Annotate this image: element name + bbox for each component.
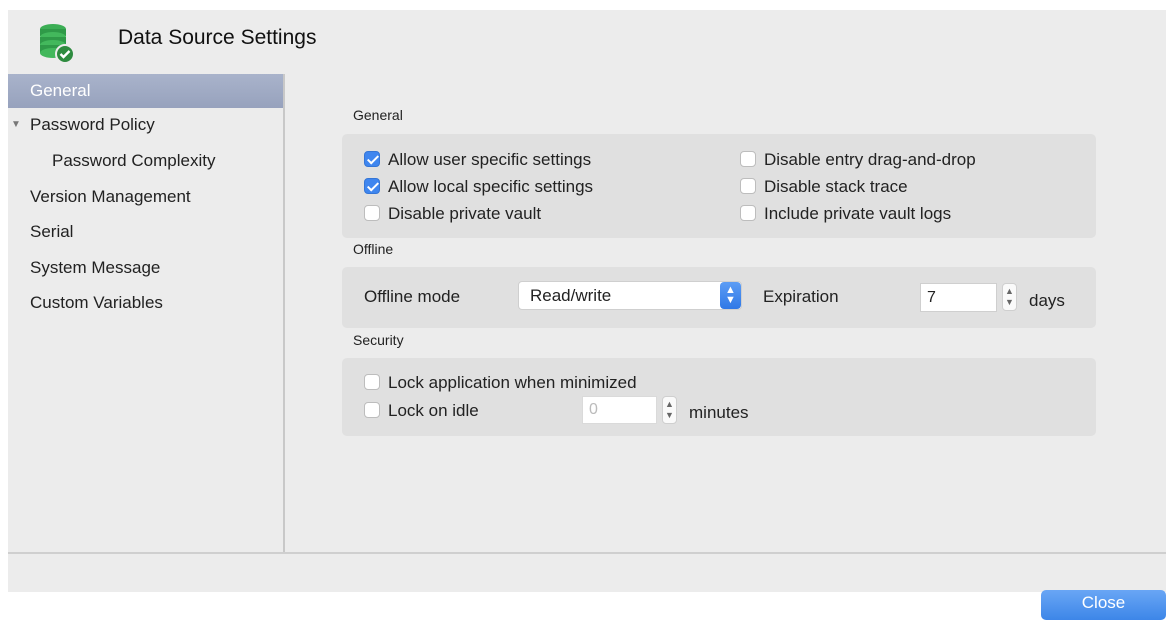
- sidebar-item-serial[interactable]: Serial: [8, 215, 283, 249]
- window-header: Data Source Settings: [8, 10, 1166, 74]
- checkbox-box[interactable]: [740, 205, 756, 221]
- offline-section-label: Offline: [353, 241, 394, 257]
- checkbox-label: Allow local specific settings: [388, 177, 594, 196]
- checkbox-box[interactable]: [740, 151, 756, 167]
- checkbox-box[interactable]: [364, 205, 380, 221]
- close-button[interactable]: Close: [1041, 590, 1166, 620]
- security-group: Lock application when minimized Lock on …: [342, 358, 1096, 436]
- sidebar: General ▼ Password Policy Password Compl…: [8, 74, 285, 552]
- general-section-label: General: [353, 107, 403, 123]
- checkbox-label: Allow user specific settings: [388, 150, 592, 169]
- settings-content: General Allow user specific settings All…: [285, 74, 1166, 552]
- sidebar-item-label: Serial: [30, 222, 74, 241]
- sidebar-item-label: System Message: [30, 258, 161, 277]
- settings-window: Data Source Settings General ▼ Password …: [8, 10, 1166, 620]
- sidebar-item-label: Password Policy: [30, 115, 155, 134]
- idle-minutes-unit: minutes: [689, 403, 749, 422]
- idle-minutes-input[interactable]: 0: [582, 396, 657, 424]
- sidebar-item-label: Password Complexity: [52, 151, 216, 170]
- sidebar-item-system-message[interactable]: System Message: [8, 251, 283, 285]
- expiration-input[interactable]: 7: [920, 283, 997, 312]
- database-check-icon: [40, 24, 75, 64]
- sidebar-item-label: General: [30, 81, 91, 100]
- checkbox-label: Include private vault logs: [764, 204, 952, 223]
- sidebar-item-label: Version Management: [30, 187, 191, 206]
- checkbox-box[interactable]: [740, 178, 756, 194]
- checkbox-label: Disable private vault: [388, 204, 542, 223]
- offline-mode-select[interactable]: Read/write ▲ ▼: [518, 281, 742, 310]
- offline-mode-value: Read/write: [530, 286, 612, 305]
- expiration-stepper[interactable]: ▲ ▼: [1002, 283, 1017, 311]
- checkbox-label: Disable stack trace: [764, 177, 908, 196]
- offline-mode-label: Offline mode: [364, 287, 461, 306]
- checkbox-box[interactable]: [364, 402, 380, 418]
- sidebar-item-label: Custom Variables: [30, 293, 163, 312]
- expiration-unit: days: [1029, 291, 1065, 310]
- sidebar-item-general[interactable]: General: [8, 74, 283, 108]
- checkbox-label: Lock on idle: [388, 401, 479, 420]
- checkbox-box[interactable]: [364, 374, 380, 390]
- security-section-label: Security: [353, 332, 404, 348]
- checkbox-box[interactable]: [364, 178, 380, 194]
- disclosure-triangle-icon[interactable]: ▼: [11, 108, 21, 142]
- sidebar-item-password-policy[interactable]: ▼ Password Policy: [8, 108, 283, 142]
- checkbox-label: Lock application when minimized: [388, 373, 637, 392]
- window-title: Data Source Settings: [118, 26, 317, 49]
- idle-minutes-stepper[interactable]: ▲ ▼: [662, 396, 677, 424]
- sidebar-item-custom-variables[interactable]: Custom Variables: [8, 286, 283, 320]
- select-updown-icon[interactable]: ▲ ▼: [720, 282, 741, 309]
- window-footer: Close: [8, 554, 1166, 620]
- general-group: Allow user specific settings Allow local…: [342, 134, 1096, 238]
- sidebar-item-version-management[interactable]: Version Management: [8, 180, 283, 214]
- checkbox-label: Disable entry drag-and-drop: [764, 150, 976, 169]
- offline-group: Offline mode Read/write ▲ ▼ Expiration 7 …: [342, 267, 1096, 328]
- sidebar-item-password-complexity[interactable]: Password Complexity: [8, 144, 283, 178]
- expiration-label: Expiration: [763, 287, 839, 306]
- checkbox-box[interactable]: [364, 151, 380, 167]
